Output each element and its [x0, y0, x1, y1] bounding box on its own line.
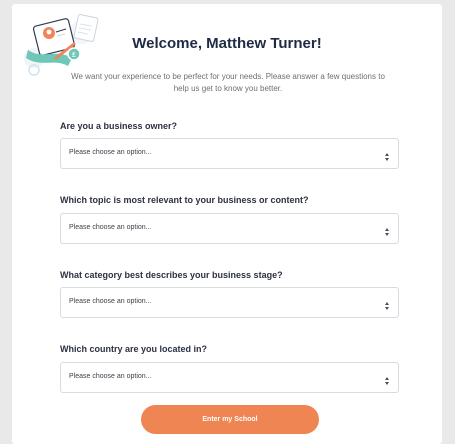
select-arrows-icon — [384, 149, 390, 161]
onboarding-card: ₤ Welcome, Matthew Turner! We want your … — [12, 4, 442, 444]
enter-school-button[interactable]: Enter my School — [141, 405, 319, 434]
question-country-label: Which country are you located in? — [60, 344, 208, 354]
topic-select[interactable]: Please choose an option... — [60, 213, 399, 244]
country-select[interactable]: Please choose an option... — [60, 362, 399, 393]
question-business-owner-label: Are you a business owner? — [60, 121, 178, 131]
select-arrows-icon — [384, 298, 390, 310]
intro-text: We want your experience to be perfect fo… — [71, 72, 385, 93]
svg-text:₤: ₤ — [72, 52, 76, 59]
select-value: Please choose an option... — [69, 224, 152, 231]
select-arrows-icon — [384, 224, 390, 236]
business-stage-select[interactable]: Please choose an option... — [60, 287, 399, 318]
select-value: Please choose an option... — [69, 149, 152, 156]
business-owner-select[interactable]: Please choose an option... — [60, 138, 399, 169]
select-arrows-icon — [384, 373, 390, 385]
select-value: Please choose an option... — [69, 373, 152, 380]
question-topic-label: Which topic is most relevant to your bus… — [60, 195, 309, 205]
page-title: Welcome, Matthew Turner! — [132, 35, 322, 52]
question-business-stage-label: What category best describes your busine… — [60, 270, 283, 280]
select-value: Please choose an option... — [69, 298, 152, 305]
